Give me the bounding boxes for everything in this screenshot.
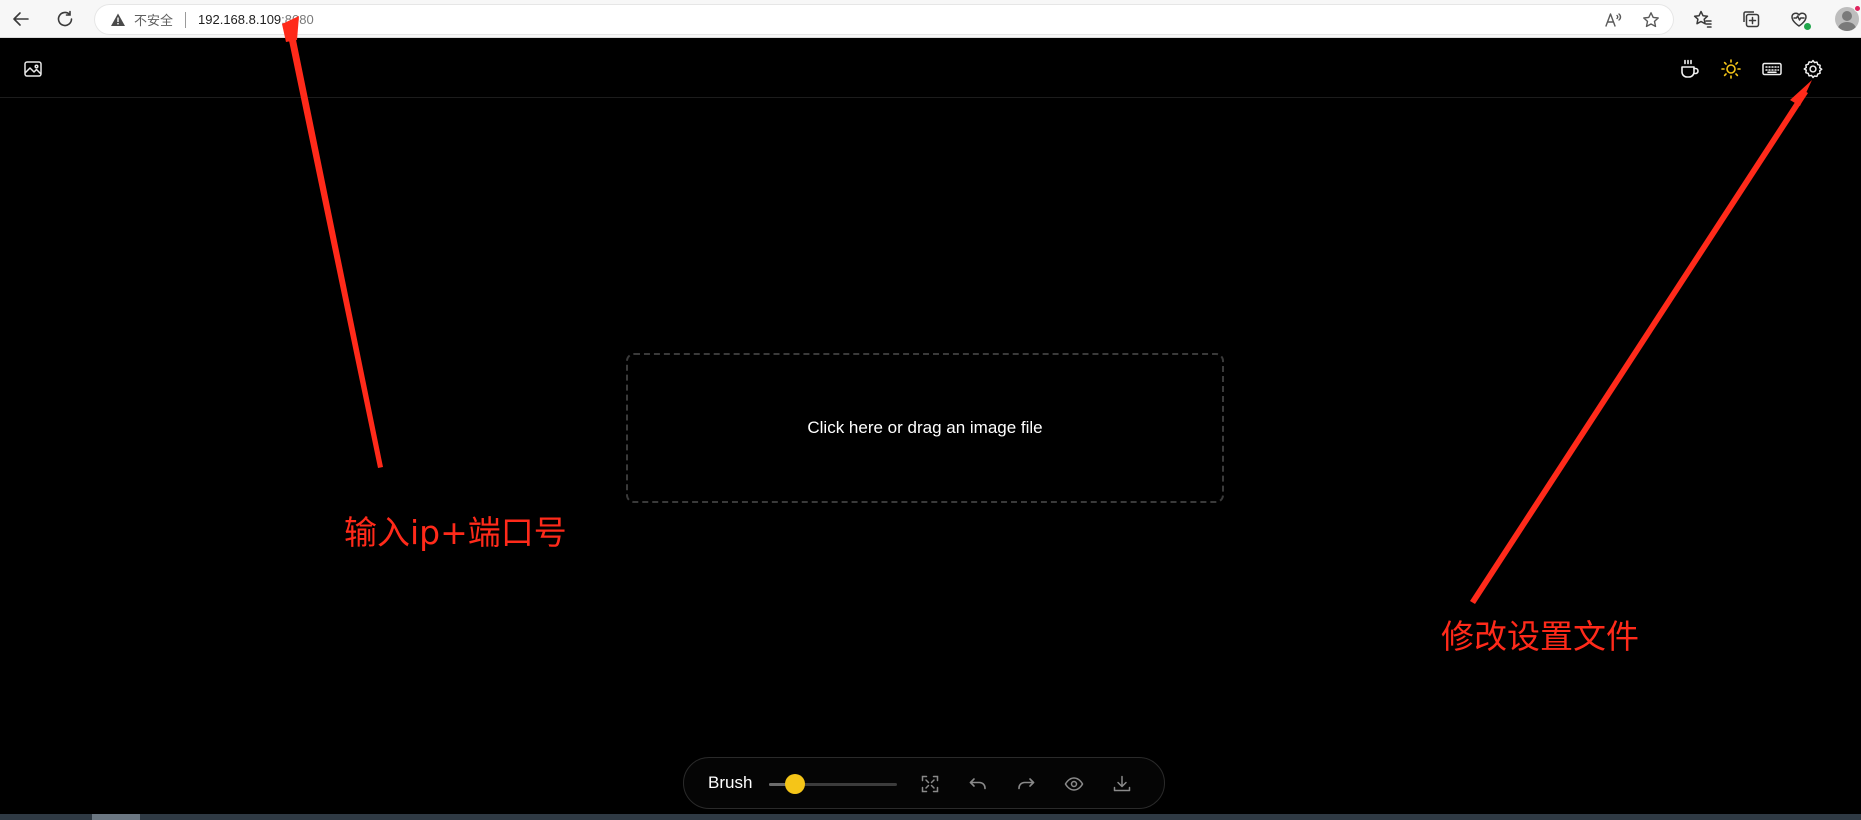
arrow-to-settings xyxy=(1470,90,1808,604)
undo-icon[interactable] xyxy=(965,771,991,797)
slider-thumb[interactable] xyxy=(784,774,805,794)
back-arrow-icon[interactable] xyxy=(6,5,36,33)
download-icon[interactable] xyxy=(1109,771,1135,797)
annotation-settings: 修改设置文件 xyxy=(1441,617,1639,656)
read-aloud-icon[interactable] xyxy=(1602,9,1624,31)
browser-essentials-icon[interactable] xyxy=(1786,6,1812,32)
fit-screen-icon[interactable] xyxy=(917,771,943,797)
notification-dot xyxy=(1854,5,1861,12)
sun-icon[interactable] xyxy=(1718,56,1744,82)
eye-icon[interactable] xyxy=(1061,771,1087,797)
collections-icon[interactable] xyxy=(1738,6,1764,32)
gear-icon[interactable] xyxy=(1800,56,1826,82)
favorite-star-icon[interactable] xyxy=(1640,9,1662,31)
profile-icon[interactable] xyxy=(1834,5,1861,32)
address-bar[interactable]: 不安全 192.168.8.109:8080 xyxy=(94,4,1674,35)
window-bottom-strip xyxy=(0,814,1861,820)
browser-toolbar: 不安全 192.168.8.109:8080 xyxy=(0,0,1861,38)
editor-toolbar: Brush xyxy=(683,757,1165,809)
warning-triangle-icon[interactable] xyxy=(110,12,126,28)
taskbar-indicator xyxy=(92,814,140,820)
status-dot xyxy=(1804,23,1811,30)
app-header xyxy=(0,38,1861,98)
keyboard-icon[interactable] xyxy=(1759,56,1785,82)
favorites-icon[interactable] xyxy=(1690,6,1716,32)
redo-icon[interactable] xyxy=(1013,771,1039,797)
security-warning-label[interactable]: 不安全 xyxy=(134,10,173,29)
drop-zone-label: Click here or drag an image file xyxy=(807,418,1043,437)
image-icon[interactable] xyxy=(20,56,46,82)
image-drop-zone[interactable]: Click here or drag an image file xyxy=(626,353,1224,503)
url-host[interactable]: 192.168.8.109 xyxy=(198,12,281,27)
reload-icon[interactable] xyxy=(50,5,80,33)
coffee-icon[interactable] xyxy=(1677,56,1703,82)
url-port[interactable]: :8080 xyxy=(281,12,314,27)
address-separator xyxy=(185,11,187,28)
annotation-ip-port: 输入ip+端口号 xyxy=(344,513,567,552)
brush-label: Brush xyxy=(708,773,753,792)
